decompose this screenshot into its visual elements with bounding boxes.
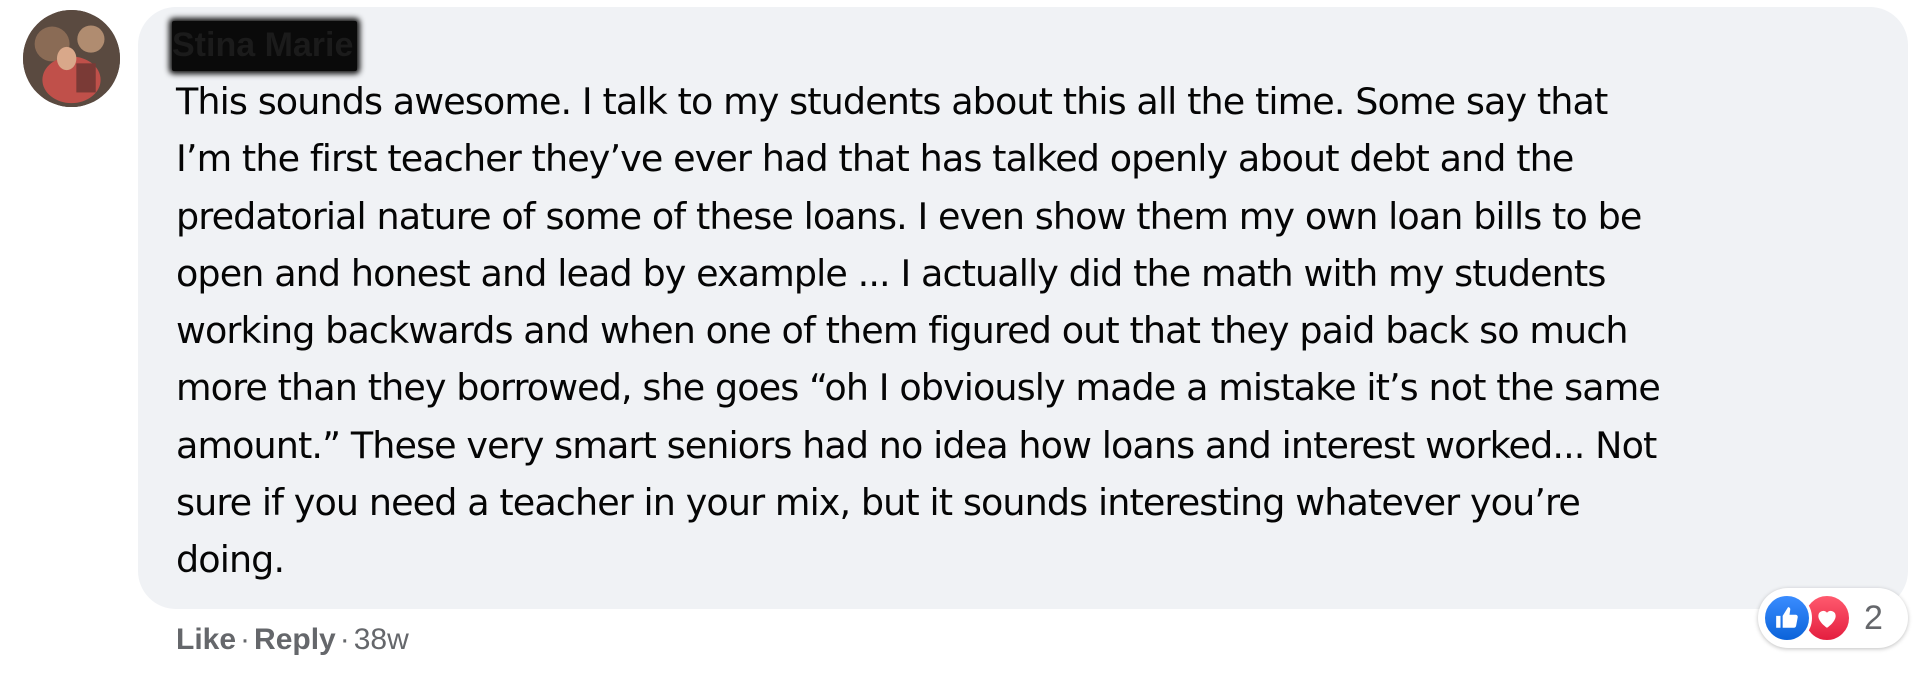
separator: · [240,623,251,656]
avatar-image [23,10,120,107]
reply-button[interactable]: Reply [254,623,336,656]
comment-text: This sounds awesome. I talk to my studen… [176,80,1661,582]
separator: · [339,623,350,656]
comment-actions: Like · Reply · 38w [176,620,409,660]
avatar[interactable] [23,10,120,107]
author-name[interactable]: Stina Marie [172,21,358,71]
reaction-count: 2 [1864,598,1883,637]
comment-bubble: Stina Marie This sounds awesome. I talk … [138,7,1908,609]
timestamp[interactable]: 38w [354,623,409,656]
like-icon [1762,593,1812,643]
reaction-summary[interactable]: 2 [1758,588,1908,648]
like-button[interactable]: Like [176,623,236,656]
